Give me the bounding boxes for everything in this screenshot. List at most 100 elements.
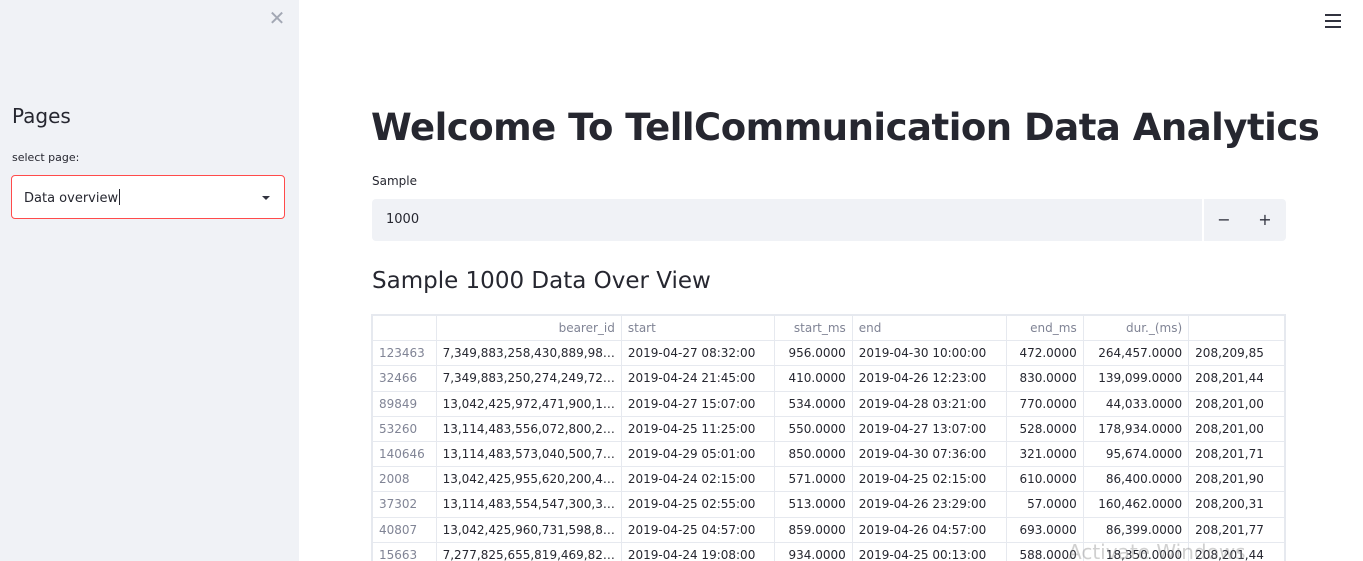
- end-cell[interactable]: 2019-04-26 12:23:00: [851, 365, 1007, 392]
- sample-number-input[interactable]: 1000 − +: [372, 199, 1286, 241]
- end-cell[interactable]: 2019-04-25 02:15:00: [851, 466, 1007, 493]
- table-header-row: bearer_id start start_ms end end_ms dur.…: [372, 315, 1285, 342]
- table-row[interactable]: 40807 13,042,425,960,731,598,8… 2019-04-25…: [372, 516, 1285, 543]
- column-header-index[interactable]: [372, 315, 437, 342]
- duration-ms-cell[interactable]: 264,457.0000: [1082, 340, 1190, 367]
- start-ms-cell[interactable]: 410.0000: [774, 365, 853, 392]
- start-cell[interactable]: 2019-04-25 11:25:00: [620, 415, 776, 442]
- bearer-id-cell[interactable]: 7,277,825,655,819,469,82…: [435, 541, 622, 561]
- start-cell[interactable]: 2019-04-29 05:01:00: [620, 440, 776, 468]
- bearer-id-cell[interactable]: 13,114,483,554,547,300,3…: [435, 491, 622, 518]
- table-row[interactable]: 123463 7,349,883,258,430,889,98… 2019-04-2…: [372, 340, 1285, 367]
- end-ms-cell[interactable]: 472.0000: [1005, 340, 1084, 367]
- sidebar-title: Pages: [12, 104, 71, 128]
- row-index[interactable]: 15663: [372, 541, 437, 561]
- row-index[interactable]: 2008: [372, 466, 437, 493]
- end-ms-cell[interactable]: 321.0000: [1005, 440, 1084, 468]
- end-cell[interactable]: 2019-04-26 04:57:00: [851, 516, 1007, 543]
- hamburger-menu-icon[interactable]: [1325, 14, 1341, 30]
- row-index[interactable]: 89849: [372, 390, 437, 417]
- start-ms-cell[interactable]: 550.0000: [774, 415, 853, 442]
- row-index[interactable]: 140646: [372, 440, 437, 468]
- duration-ms-cell[interactable]: 44,033.0000: [1082, 390, 1190, 417]
- end-ms-cell[interactable]: 57.0000: [1005, 491, 1084, 518]
- end-cell[interactable]: 2019-04-27 13:07:00: [851, 415, 1007, 442]
- chevron-down-icon: [262, 196, 270, 200]
- end-ms-cell[interactable]: 770.0000: [1005, 390, 1084, 417]
- start-cell[interactable]: 2019-04-24 21:45:00: [620, 365, 776, 392]
- bearer-id-cell[interactable]: 13,042,425,955,620,200,4…: [435, 466, 622, 493]
- column-header-next[interactable]: [1188, 315, 1285, 342]
- table-row[interactable]: 2008 13,042,425,955,620,200,4… 2019-04-24 …: [372, 466, 1285, 493]
- start-ms-cell[interactable]: 850.0000: [774, 440, 853, 468]
- start-cell[interactable]: 2019-04-24 19:08:00: [620, 541, 776, 561]
- end-ms-cell[interactable]: 528.0000: [1005, 415, 1084, 442]
- next-column-cell[interactable]: 208,201,90: [1188, 466, 1285, 493]
- next-column-cell[interactable]: 208,201,71: [1188, 440, 1285, 468]
- end-ms-cell[interactable]: 830.0000: [1005, 365, 1084, 392]
- end-cell[interactable]: 2019-04-30 07:36:00: [851, 440, 1007, 468]
- table-row[interactable]: 140646 13,114,483,573,040,500,7… 2019-04-2…: [372, 440, 1285, 468]
- duration-ms-cell[interactable]: 160,462.0000: [1082, 491, 1190, 518]
- duration-ms-cell[interactable]: 86,400.0000: [1082, 466, 1190, 493]
- row-index[interactable]: 123463: [372, 340, 437, 367]
- table-row[interactable]: 37302 13,114,483,554,547,300,3… 2019-04-25…: [372, 491, 1285, 518]
- column-header-end[interactable]: end: [851, 315, 1007, 342]
- duration-ms-cell[interactable]: 95,674.0000: [1082, 440, 1190, 468]
- sample-input-value[interactable]: 1000: [386, 212, 419, 227]
- table-row[interactable]: 89849 13,042,425,972,471,900,1… 2019-04-27…: [372, 390, 1285, 417]
- column-header-bearer-id[interactable]: bearer_id: [435, 315, 622, 342]
- row-index[interactable]: 53260: [372, 415, 437, 442]
- column-header-start-ms[interactable]: start_ms: [774, 315, 853, 342]
- column-header-end-ms[interactable]: end_ms: [1005, 315, 1084, 342]
- row-index[interactable]: 32466: [372, 365, 437, 392]
- start-ms-cell[interactable]: 571.0000: [774, 466, 853, 493]
- table-row[interactable]: 32466 7,349,883,250,274,249,72… 2019-04-24…: [372, 365, 1285, 392]
- page-select[interactable]: Data overview: [11, 175, 285, 219]
- duration-ms-cell[interactable]: 139,099.0000: [1082, 365, 1190, 392]
- row-index[interactable]: 37302: [372, 491, 437, 518]
- close-icon[interactable]: ✕: [268, 8, 286, 28]
- start-cell[interactable]: 2019-04-25 02:55:00: [620, 491, 776, 518]
- start-ms-cell[interactable]: 513.0000: [774, 491, 853, 518]
- start-cell[interactable]: 2019-04-25 04:57:00: [620, 516, 776, 543]
- bearer-id-cell[interactable]: 13,042,425,972,471,900,1…: [435, 390, 622, 417]
- data-table-grid: bearer_id start start_ms end end_ms dur.…: [372, 315, 1285, 561]
- next-column-cell[interactable]: 208,201,77: [1188, 516, 1285, 543]
- text-cursor: [119, 189, 121, 205]
- overview-title: Sample 1000 Data Over View: [372, 268, 711, 294]
- next-column-cell[interactable]: 208,209,85: [1188, 340, 1285, 367]
- start-cell[interactable]: 2019-04-27 15:07:00: [620, 390, 776, 417]
- end-cell[interactable]: 2019-04-28 03:21:00: [851, 390, 1007, 417]
- table-row[interactable]: 53260 13,114,483,556,072,800,2… 2019-04-25…: [372, 415, 1285, 442]
- bearer-id-cell[interactable]: 7,349,883,250,274,249,72…: [435, 365, 622, 392]
- end-ms-cell[interactable]: 693.0000: [1005, 516, 1084, 543]
- end-cell[interactable]: 2019-04-30 10:00:00: [851, 340, 1007, 367]
- next-column-cell[interactable]: 208,201,00: [1188, 415, 1285, 442]
- next-column-cell[interactable]: 208,201,44: [1188, 365, 1285, 392]
- bearer-id-cell[interactable]: 13,114,483,573,040,500,7…: [435, 440, 622, 468]
- start-ms-cell[interactable]: 934.0000: [774, 541, 853, 561]
- row-index[interactable]: 40807: [372, 516, 437, 543]
- bearer-id-cell[interactable]: 7,349,883,258,430,889,98…: [435, 340, 622, 367]
- start-ms-cell[interactable]: 859.0000: [774, 516, 853, 543]
- duration-ms-cell[interactable]: 178,934.0000: [1082, 415, 1190, 442]
- duration-ms-cell[interactable]: 86,399.0000: [1082, 516, 1190, 543]
- decrement-button[interactable]: −: [1204, 199, 1244, 241]
- start-ms-cell[interactable]: 956.0000: [774, 340, 853, 367]
- bearer-id-cell[interactable]: 13,114,483,556,072,800,2…: [435, 415, 622, 442]
- data-table[interactable]: bearer_id start start_ms end end_ms dur.…: [371, 314, 1286, 561]
- increment-button[interactable]: +: [1245, 199, 1285, 241]
- bearer-id-cell[interactable]: 13,042,425,960,731,598,8…: [435, 516, 622, 543]
- next-column-cell[interactable]: 208,201,00: [1188, 390, 1285, 417]
- column-header-duration-ms[interactable]: dur._(ms): [1082, 315, 1190, 342]
- next-column-cell[interactable]: 208,200,31: [1188, 491, 1285, 518]
- end-cell[interactable]: 2019-04-26 23:29:00: [851, 491, 1007, 518]
- start-cell[interactable]: 2019-04-27 08:32:00: [620, 340, 776, 367]
- end-ms-cell[interactable]: 610.0000: [1005, 466, 1084, 493]
- end-cell[interactable]: 2019-04-25 00:13:00: [851, 541, 1007, 561]
- start-ms-cell[interactable]: 534.0000: [774, 390, 853, 417]
- page-select-value: Data overview: [24, 189, 121, 206]
- start-cell[interactable]: 2019-04-24 02:15:00: [620, 466, 776, 493]
- column-header-start[interactable]: start: [620, 315, 776, 342]
